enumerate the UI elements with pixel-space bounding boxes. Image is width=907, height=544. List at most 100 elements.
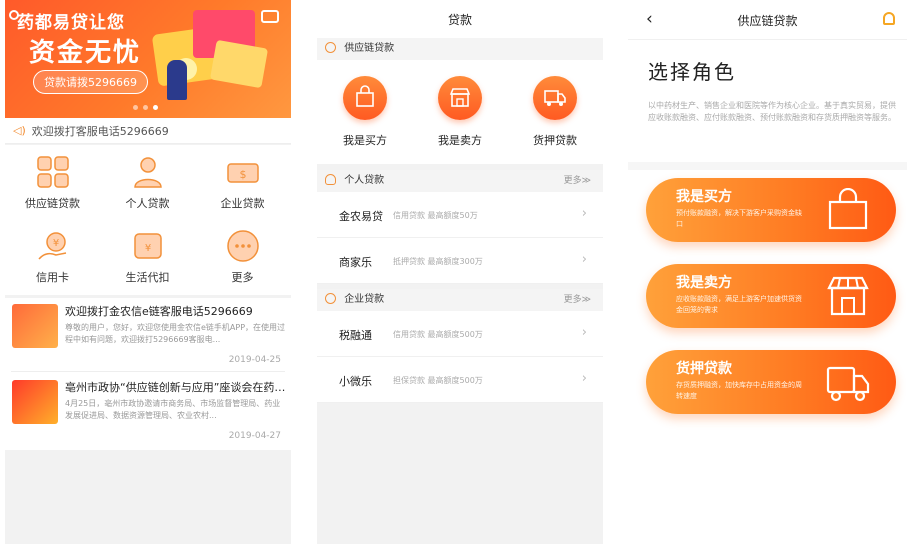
- loans-screen: 贷款 供应链贷款 我是买方 我是卖方 货押贷款 个人贷款 更多≫ 金农易贷 信用…: [317, 0, 603, 544]
- pledge-loan-role-card[interactable]: 货押贷款 存货质押融资，加快库存中占用资金的周转速度: [646, 350, 896, 414]
- home-screen: 药都易贷让您 资金无忧 贷款请拨5296669 ◁) 欢迎拨打客服电话52966…: [5, 0, 291, 544]
- loan-name: 小微乐: [339, 375, 372, 388]
- role-heading: 选择角色: [648, 60, 736, 84]
- buyer-label: 我是买方: [343, 134, 387, 147]
- banner-subheadline: 资金无忧: [29, 38, 142, 68]
- news-item[interactable]: 欢迎拨打金农信e链客服电话5296669 尊敬的用户，您好，欢迎您使用金农信e链…: [5, 298, 291, 372]
- carousel-dot[interactable]: [133, 105, 138, 110]
- loan-row[interactable]: 商家乐 抵押贷款 最高额度300万 ›: [317, 238, 603, 284]
- store-icon: [438, 76, 482, 120]
- supply-chain-icon: [325, 42, 336, 53]
- news-thumbnail: [12, 304, 58, 348]
- more-link[interactable]: 更多≫: [564, 170, 591, 192]
- loan-name: 商家乐: [339, 256, 372, 269]
- grid-item-label: 生活代扣: [125, 271, 170, 284]
- loan-row[interactable]: 小微乐 担保贷款 最高额度500万 ›: [317, 357, 603, 403]
- news-list: 欢迎拨打金农信e链客服电话5296669 尊敬的用户，您好，欢迎您使用金农信e链…: [5, 298, 291, 450]
- carousel-dot-active[interactable]: [153, 105, 158, 110]
- carousel-dot[interactable]: [143, 105, 148, 110]
- banner-person-illustration: [167, 60, 187, 100]
- chevron-right-icon: ›: [581, 325, 587, 340]
- bell-icon[interactable]: [883, 12, 895, 25]
- loan-row[interactable]: 金农易贷 信用贷款 最高额度50万 ›: [317, 192, 603, 238]
- news-title: 亳州市政协“供应链创新与应用”座谈会在药都...: [65, 381, 287, 394]
- chevron-right-icon: ›: [581, 252, 587, 267]
- nav-bar: 贷款: [317, 0, 603, 38]
- banner-phone-pill[interactable]: 贷款请拨5296669: [33, 70, 148, 94]
- divider: [11, 371, 285, 372]
- page-title: 贷款: [447, 13, 472, 27]
- person-icon: [325, 174, 336, 185]
- service-grid: 供应链贷款 个人贷款 $ 企业贷款 ¥ 信用卡 ¥ 生活代扣 更多: [5, 145, 291, 295]
- enterprise-loan-list: 税融通 信用贷款 最高额度500万 › 小微乐 担保贷款 最高额度500万 ›: [317, 311, 603, 403]
- store-icon: [826, 274, 870, 318]
- section-title: 供应链贷款: [344, 43, 395, 54]
- bag-icon: [343, 76, 387, 120]
- chevron-right-icon: ›: [581, 371, 587, 386]
- grid-item-supply-chain-loan[interactable]: 供应链贷款: [5, 155, 100, 211]
- pledge-loan-label: 货押贷款: [533, 134, 577, 147]
- grid-item-personal-loan[interactable]: 个人贷款: [100, 155, 195, 211]
- speaker-icon: ◁): [13, 124, 26, 137]
- buyer-button[interactable]: 我是买方: [320, 76, 410, 148]
- carousel-indicator: [133, 105, 158, 110]
- buyer-role-card[interactable]: 我是买方 预付账款融资，解决下游客户采购资金缺口: [646, 178, 896, 242]
- news-thumbnail: [12, 380, 58, 424]
- card-title: 货押贷款: [676, 361, 732, 377]
- loan-name: 税融通: [339, 329, 372, 342]
- notice-bar[interactable]: ◁) 欢迎拨打客服电话5296669: [5, 118, 291, 144]
- grid-item-enterprise-loan[interactable]: $ 企业贷款: [195, 155, 290, 211]
- grid-item-label: 信用卡: [36, 271, 69, 284]
- promo-banner[interactable]: 药都易贷让您 资金无忧 贷款请拨5296669: [5, 0, 291, 118]
- news-summary: 4月25日，亳州市政协邀请市商务局、市场监督管理局、药业发展促进局、数据资源管理…: [65, 399, 281, 420]
- notice-text: 欢迎拨打客服电话5296669: [31, 124, 169, 138]
- role-description: 以中药材生产、销售企业和医院等作为核心企业。基于真实贸易，提供应收账款融资、应付…: [648, 101, 896, 122]
- enterprise-icon: [325, 293, 336, 304]
- news-title: 欢迎拨打金农信e链客服电话5296669: [65, 305, 253, 318]
- cash-icon: $: [226, 155, 260, 189]
- page-title: 供应链贷款: [737, 14, 798, 28]
- nav-bar: ‹ 供应链贷款: [628, 0, 907, 40]
- card-desc: 应收账款融资，满足上游客户加速供货资金回笼的需求: [676, 295, 802, 314]
- loan-desc: 信用贷款 最高额度50万: [393, 211, 478, 220]
- svg-text:¥: ¥: [52, 238, 58, 249]
- card-desc: 存货质押融资，加快库存中占用资金的周转速度: [676, 381, 802, 400]
- seller-button[interactable]: 我是卖方: [415, 76, 505, 148]
- supply-chain-options: 我是买方 我是卖方 货押贷款: [317, 60, 603, 164]
- banner-headline: 药都易贷让您: [17, 13, 125, 33]
- card-title: 我是卖方: [676, 275, 732, 291]
- more-link[interactable]: 更多≫: [564, 289, 591, 311]
- loan-name: 金农易贷: [339, 210, 383, 223]
- loan-desc: 抵押贷款 最高额度300万: [393, 257, 483, 266]
- personal-loan-list: 金农易贷 信用贷款 最高额度50万 › 商家乐 抵押贷款 最高额度300万 ›: [317, 192, 603, 284]
- loan-desc: 信用贷款 最高额度500万: [393, 330, 483, 339]
- grid-item-label: 企业贷款: [220, 197, 265, 210]
- seller-label: 我是卖方: [438, 134, 482, 147]
- card-title: 我是买方: [676, 189, 732, 205]
- loan-row[interactable]: 税融通 信用贷款 最高额度500万 ›: [317, 311, 603, 357]
- seller-role-card[interactable]: 我是卖方 应收账款融资，满足上游客户加速供货资金回笼的需求: [646, 264, 896, 328]
- grid-item-label: 个人贷款: [125, 197, 170, 210]
- bag-icon: [826, 187, 870, 232]
- loan-desc: 担保贷款 最高额度500万: [393, 376, 483, 385]
- news-item[interactable]: 亳州市政协“供应链创新与应用”座谈会在药都... 4月25日，亳州市政协邀请市商…: [5, 374, 291, 448]
- grid-item-life-payment[interactable]: ¥ 生活代扣: [100, 229, 195, 285]
- section-header-enterprise: 企业贷款 更多≫: [317, 289, 603, 311]
- message-icon[interactable]: [261, 10, 279, 23]
- grid-item-label: 供应链贷款: [25, 197, 80, 210]
- more-icon: [226, 229, 260, 263]
- section-header-supply-chain: 供应链贷款: [317, 38, 603, 60]
- divider: [628, 162, 907, 170]
- pledge-loan-button[interactable]: 货押贷款: [510, 76, 600, 148]
- section-header-personal: 个人贷款 更多≫: [317, 170, 603, 192]
- wallet-icon: ¥: [131, 229, 165, 263]
- grid-item-more[interactable]: 更多: [195, 229, 290, 285]
- news-summary: 尊敬的用户，您好，欢迎您使用金农信e链手机APP，在使用过程中如有问题，欢迎拨打…: [65, 323, 286, 344]
- banner-decoration: [209, 39, 269, 89]
- truck-icon: [533, 76, 577, 120]
- supply-chain-role-screen: ‹ 供应链贷款 选择角色 以中药材生产、销售企业和医院等作为核心企业。基于真实贸…: [628, 0, 907, 544]
- grid-item-credit-card[interactable]: ¥ 信用卡: [5, 229, 100, 285]
- section-title: 企业贷款: [344, 294, 385, 305]
- news-date: 2019-04-25: [228, 355, 281, 365]
- person-icon: [131, 155, 165, 189]
